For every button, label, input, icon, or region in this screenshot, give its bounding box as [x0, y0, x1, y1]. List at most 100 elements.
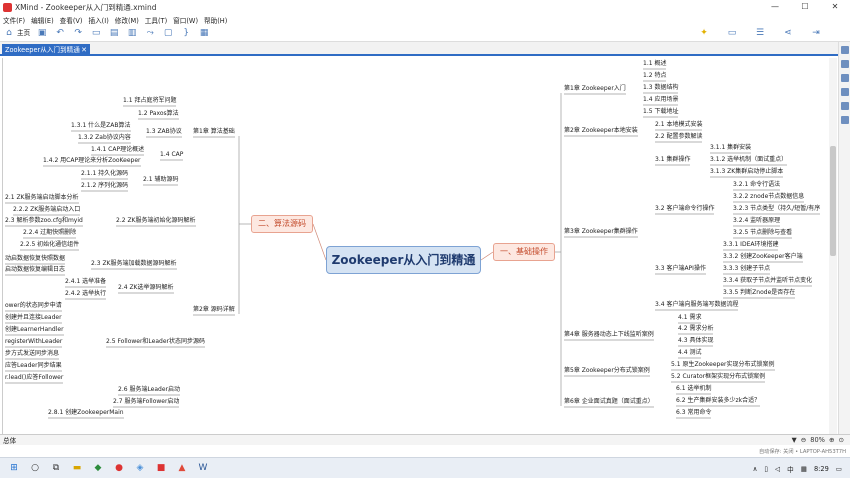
topic-left-2[interactable]: 1.2 Paxos算法: [138, 110, 179, 118]
scroll-thumb[interactable]: [830, 146, 836, 256]
icons-panel-icon[interactable]: [841, 60, 849, 68]
browser-icon[interactable]: ●: [112, 462, 126, 474]
topic-right-0[interactable]: 第1章 Zookeeper入门: [564, 85, 626, 93]
save-icon[interactable]: ▣: [36, 27, 48, 39]
topic-left-8[interactable]: 1.4.2 用CAP理论来分析ZooKeeper: [43, 157, 141, 165]
home-label[interactable]: 主页: [17, 27, 30, 39]
topic-right-25[interactable]: 3.3.5 判断Znode是否存在: [723, 289, 795, 297]
topic-right-34[interactable]: 5.2 Curator框架实现分布式锁案例: [671, 373, 765, 381]
topic-right-12[interactable]: 3.1.3 ZK集群启动停止脚本: [710, 168, 783, 176]
topic-right-27[interactable]: 第4章 服务器动态上下线监听案例: [564, 331, 654, 339]
tasks-icon[interactable]: [841, 116, 849, 124]
topic-right-16[interactable]: 3.2.3 节点类型（持久/短暂/有序: [733, 205, 820, 213]
explorer-icon[interactable]: ▬: [70, 462, 84, 474]
topic-left-0[interactable]: 第1章 算法基础: [193, 128, 235, 136]
search-icon[interactable]: ○: [28, 462, 42, 474]
topic-left-35[interactable]: 2.8.1 创建ZookeeperMain: [48, 409, 124, 417]
topic-left-33[interactable]: 2.6 服务端Leader启动: [118, 386, 180, 394]
topic-right-26[interactable]: 3.4 客户端向服务端写数据流程: [655, 301, 738, 309]
topic-right-37[interactable]: 6.2 生产集群安装多少zk合适？: [676, 397, 760, 405]
clock[interactable]: 8:29: [814, 465, 829, 473]
topic-right-31[interactable]: 4.4 测试: [678, 349, 701, 357]
topic-left-13[interactable]: 2.2.2 ZK服务端启动入口: [13, 206, 80, 214]
topic-right-18[interactable]: 3.2.5 节点删除与查看: [733, 229, 792, 237]
undo-icon[interactable]: ↶: [54, 27, 66, 39]
topic-right-28[interactable]: 4.1 需求: [678, 314, 701, 322]
topic-right-30[interactable]: 4.3 具体实现: [678, 337, 713, 345]
topic-left-7[interactable]: 1.4.1 CAP理论概述: [91, 146, 144, 154]
network-icon[interactable]: ▯: [764, 465, 768, 473]
maximize-button[interactable]: ☐: [790, 0, 820, 14]
menu-file[interactable]: 文件(F): [3, 15, 25, 25]
topic-left-22[interactable]: 2.4.2 选举执行: [65, 290, 106, 298]
outline-label[interactable]: 总体: [0, 435, 16, 445]
topic-right-1[interactable]: 1.1 概述: [643, 60, 666, 68]
topic-left-18[interactable]: 动启数据恢复快照数据: [5, 255, 65, 263]
topic-right-20[interactable]: 3.3 客户端API操作: [655, 265, 706, 273]
topic-left-5[interactable]: 1.3.2 Zab协议内容: [78, 134, 131, 142]
topic-right-22[interactable]: 3.3.2 创建ZooKeeper客户端: [723, 253, 803, 261]
tray-grid-icon[interactable]: ▦: [801, 465, 807, 473]
topic-right-15[interactable]: 3.2.2 znode节点数据信息: [733, 193, 804, 201]
app-icon-1[interactable]: ◆: [91, 462, 105, 474]
topic-left-11[interactable]: 2.1.2 序列化源码: [81, 182, 128, 190]
topic-right-29[interactable]: 4.2 需求分析: [678, 325, 713, 333]
topic-left-24[interactable]: 第2章 源码详解: [193, 306, 235, 314]
topic-left-19[interactable]: 启动数据恢复编辑日志: [5, 266, 65, 274]
format-icon[interactable]: [841, 74, 849, 82]
topic-right-4[interactable]: 1.4 应用场景: [643, 96, 678, 104]
tab-zookeeper[interactable]: Zookeeper从入门到精通 ✕: [2, 44, 90, 56]
topic-right-33[interactable]: 5.1 原生Zookeeper实现分布式锁案例: [671, 361, 775, 369]
folder-icon[interactable]: ▭: [90, 27, 102, 39]
outline-icon[interactable]: ☰: [754, 27, 766, 39]
menu-window[interactable]: 窗口(W): [173, 15, 198, 25]
topic-left-26[interactable]: 创建并且连接Leader: [5, 314, 62, 322]
topic-right-11[interactable]: 3.1.2 选举机制（面试重点）: [710, 156, 787, 164]
tray-arrow-icon[interactable]: ∧: [753, 465, 758, 473]
menu-modify[interactable]: 修改(M): [115, 15, 139, 25]
idea-icon[interactable]: ✦: [698, 27, 710, 39]
mindmap-canvas[interactable]: 第1章 算法基础 1.1 拜占庭将军问题 1.2 Paxos算法 1.3 ZAB协议 1…: [2, 58, 828, 434]
topic-right-17[interactable]: 3.2.4 监听器原理: [733, 217, 780, 225]
vertical-scrollbar[interactable]: [829, 58, 837, 434]
topic-right-2[interactable]: 1.2 特点: [643, 72, 666, 80]
topic-left-17[interactable]: 2.2 ZK服务端初始化源码解析: [116, 217, 196, 225]
topic-right-6[interactable]: 第2章 Zookeeper本地安装: [564, 127, 638, 135]
relationship-icon[interactable]: ⤳: [144, 27, 156, 39]
main-topic-algorithm-source[interactable]: 二、算法源码: [251, 215, 313, 233]
tab-close-icon[interactable]: ✕: [81, 44, 87, 56]
comments-icon[interactable]: [841, 102, 849, 110]
topic-left-31[interactable]: r.lead()应答Follower: [5, 374, 63, 382]
topic-left-1[interactable]: 1.1 拜占庭将军问题: [123, 97, 176, 105]
ime-indicator[interactable]: 中: [787, 464, 794, 474]
xmind-taskbar-icon[interactable]: ■: [154, 462, 168, 474]
redo-icon[interactable]: ↷: [72, 27, 84, 39]
image-icon[interactable]: ▦: [198, 27, 210, 39]
topic-left-10[interactable]: 2.1.1 持久化源码: [81, 170, 128, 178]
topic-right-38[interactable]: 6.3 常用命令: [676, 409, 711, 417]
topic-left-28[interactable]: registerWithLeader: [5, 338, 62, 346]
topic-right-8[interactable]: 2.2 配置参数解读: [655, 133, 702, 141]
topic-left-29[interactable]: 步方式发送同步消息: [5, 350, 59, 358]
topic-left-6[interactable]: 1.4 CAP: [160, 151, 183, 159]
topic-right-19[interactable]: 第3章 Zookeeper集群操作: [564, 228, 638, 236]
topic-left-23[interactable]: 2.4 ZK选举源码解析: [118, 284, 174, 292]
share-icon[interactable]: ⋖: [782, 27, 794, 39]
task-view-icon[interactable]: ⧉: [49, 462, 63, 474]
windows-start-icon[interactable]: ⊞: [7, 462, 21, 474]
presentation-icon[interactable]: ▭: [726, 27, 738, 39]
word-icon[interactable]: W: [196, 462, 210, 474]
topic-right-7[interactable]: 2.1 本地模式安装: [655, 121, 702, 129]
menu-tools[interactable]: 工具(T): [145, 15, 167, 25]
topic-left-15[interactable]: 2.2.4 过期快照删除: [23, 229, 76, 237]
main-topic-basic-operations[interactable]: 一、基础操作: [493, 243, 555, 261]
topic-left-30[interactable]: 应答Leader同步结果: [5, 362, 62, 370]
topic-left-21[interactable]: 2.4.1 选举准备: [65, 278, 106, 286]
topic-right-32[interactable]: 第5章 Zookeeper分布式锁案例: [564, 367, 650, 375]
topic-left-4[interactable]: 1.3.1 什么是ZAB算法: [71, 122, 131, 130]
home-icon[interactable]: ⌂: [3, 27, 15, 39]
menu-edit[interactable]: 编辑(E): [31, 15, 54, 25]
topic-right-23[interactable]: 3.3.3 创建子节点: [723, 265, 770, 273]
boundary-icon[interactable]: ▢: [162, 27, 174, 39]
topic-right-36[interactable]: 6.1 选举机制: [676, 385, 711, 393]
